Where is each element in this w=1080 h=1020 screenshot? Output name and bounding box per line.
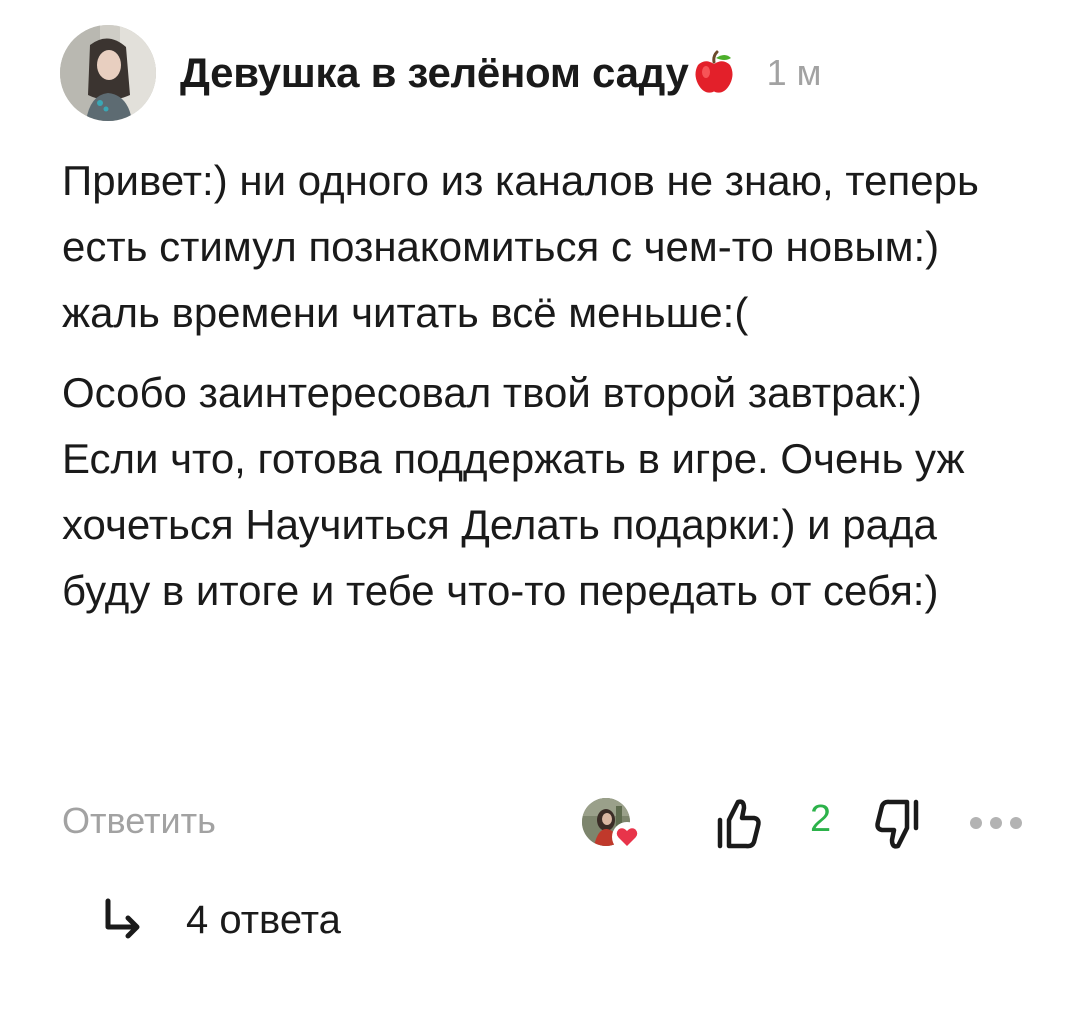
comment-body: Привет:) ни одного из каналов не знаю, т… (62, 148, 1022, 624)
apple-emoji-icon (691, 50, 737, 96)
comment-paragraph-2: Особо заинтересовал твой второй завтрак:… (62, 369, 965, 614)
more-dots-icon[interactable] (968, 814, 1024, 832)
thumbs-down-icon[interactable] (872, 798, 922, 852)
reply-button[interactable]: Ответить (62, 800, 216, 842)
reply-arrow-icon (100, 897, 146, 943)
show-replies-button[interactable]: 4 ответа (100, 890, 341, 950)
replies-count-label: 4 ответа (186, 897, 341, 942)
comment-header: Девушка в зелёном саду 1 м (60, 24, 821, 122)
like-count: 2 (810, 798, 832, 840)
author-name-text: Девушка в зелёном саду (180, 49, 689, 96)
comment-timestamp: 1 м (766, 52, 822, 93)
author-name[interactable]: Девушка в зелёном саду (180, 49, 737, 97)
comment-paragraph-1: Привет:) ни одного из каналов не знаю, т… (62, 157, 979, 336)
comment-actions: Ответить 2 (62, 794, 1022, 854)
heart-icon (612, 822, 642, 852)
comment-card: Девушка в зелёном саду 1 м Привет:) ни о… (0, 0, 1080, 1020)
thumbs-up-icon[interactable] (716, 796, 762, 850)
author-avatar[interactable] (60, 25, 156, 121)
liker-avatar-badge[interactable] (582, 798, 642, 854)
